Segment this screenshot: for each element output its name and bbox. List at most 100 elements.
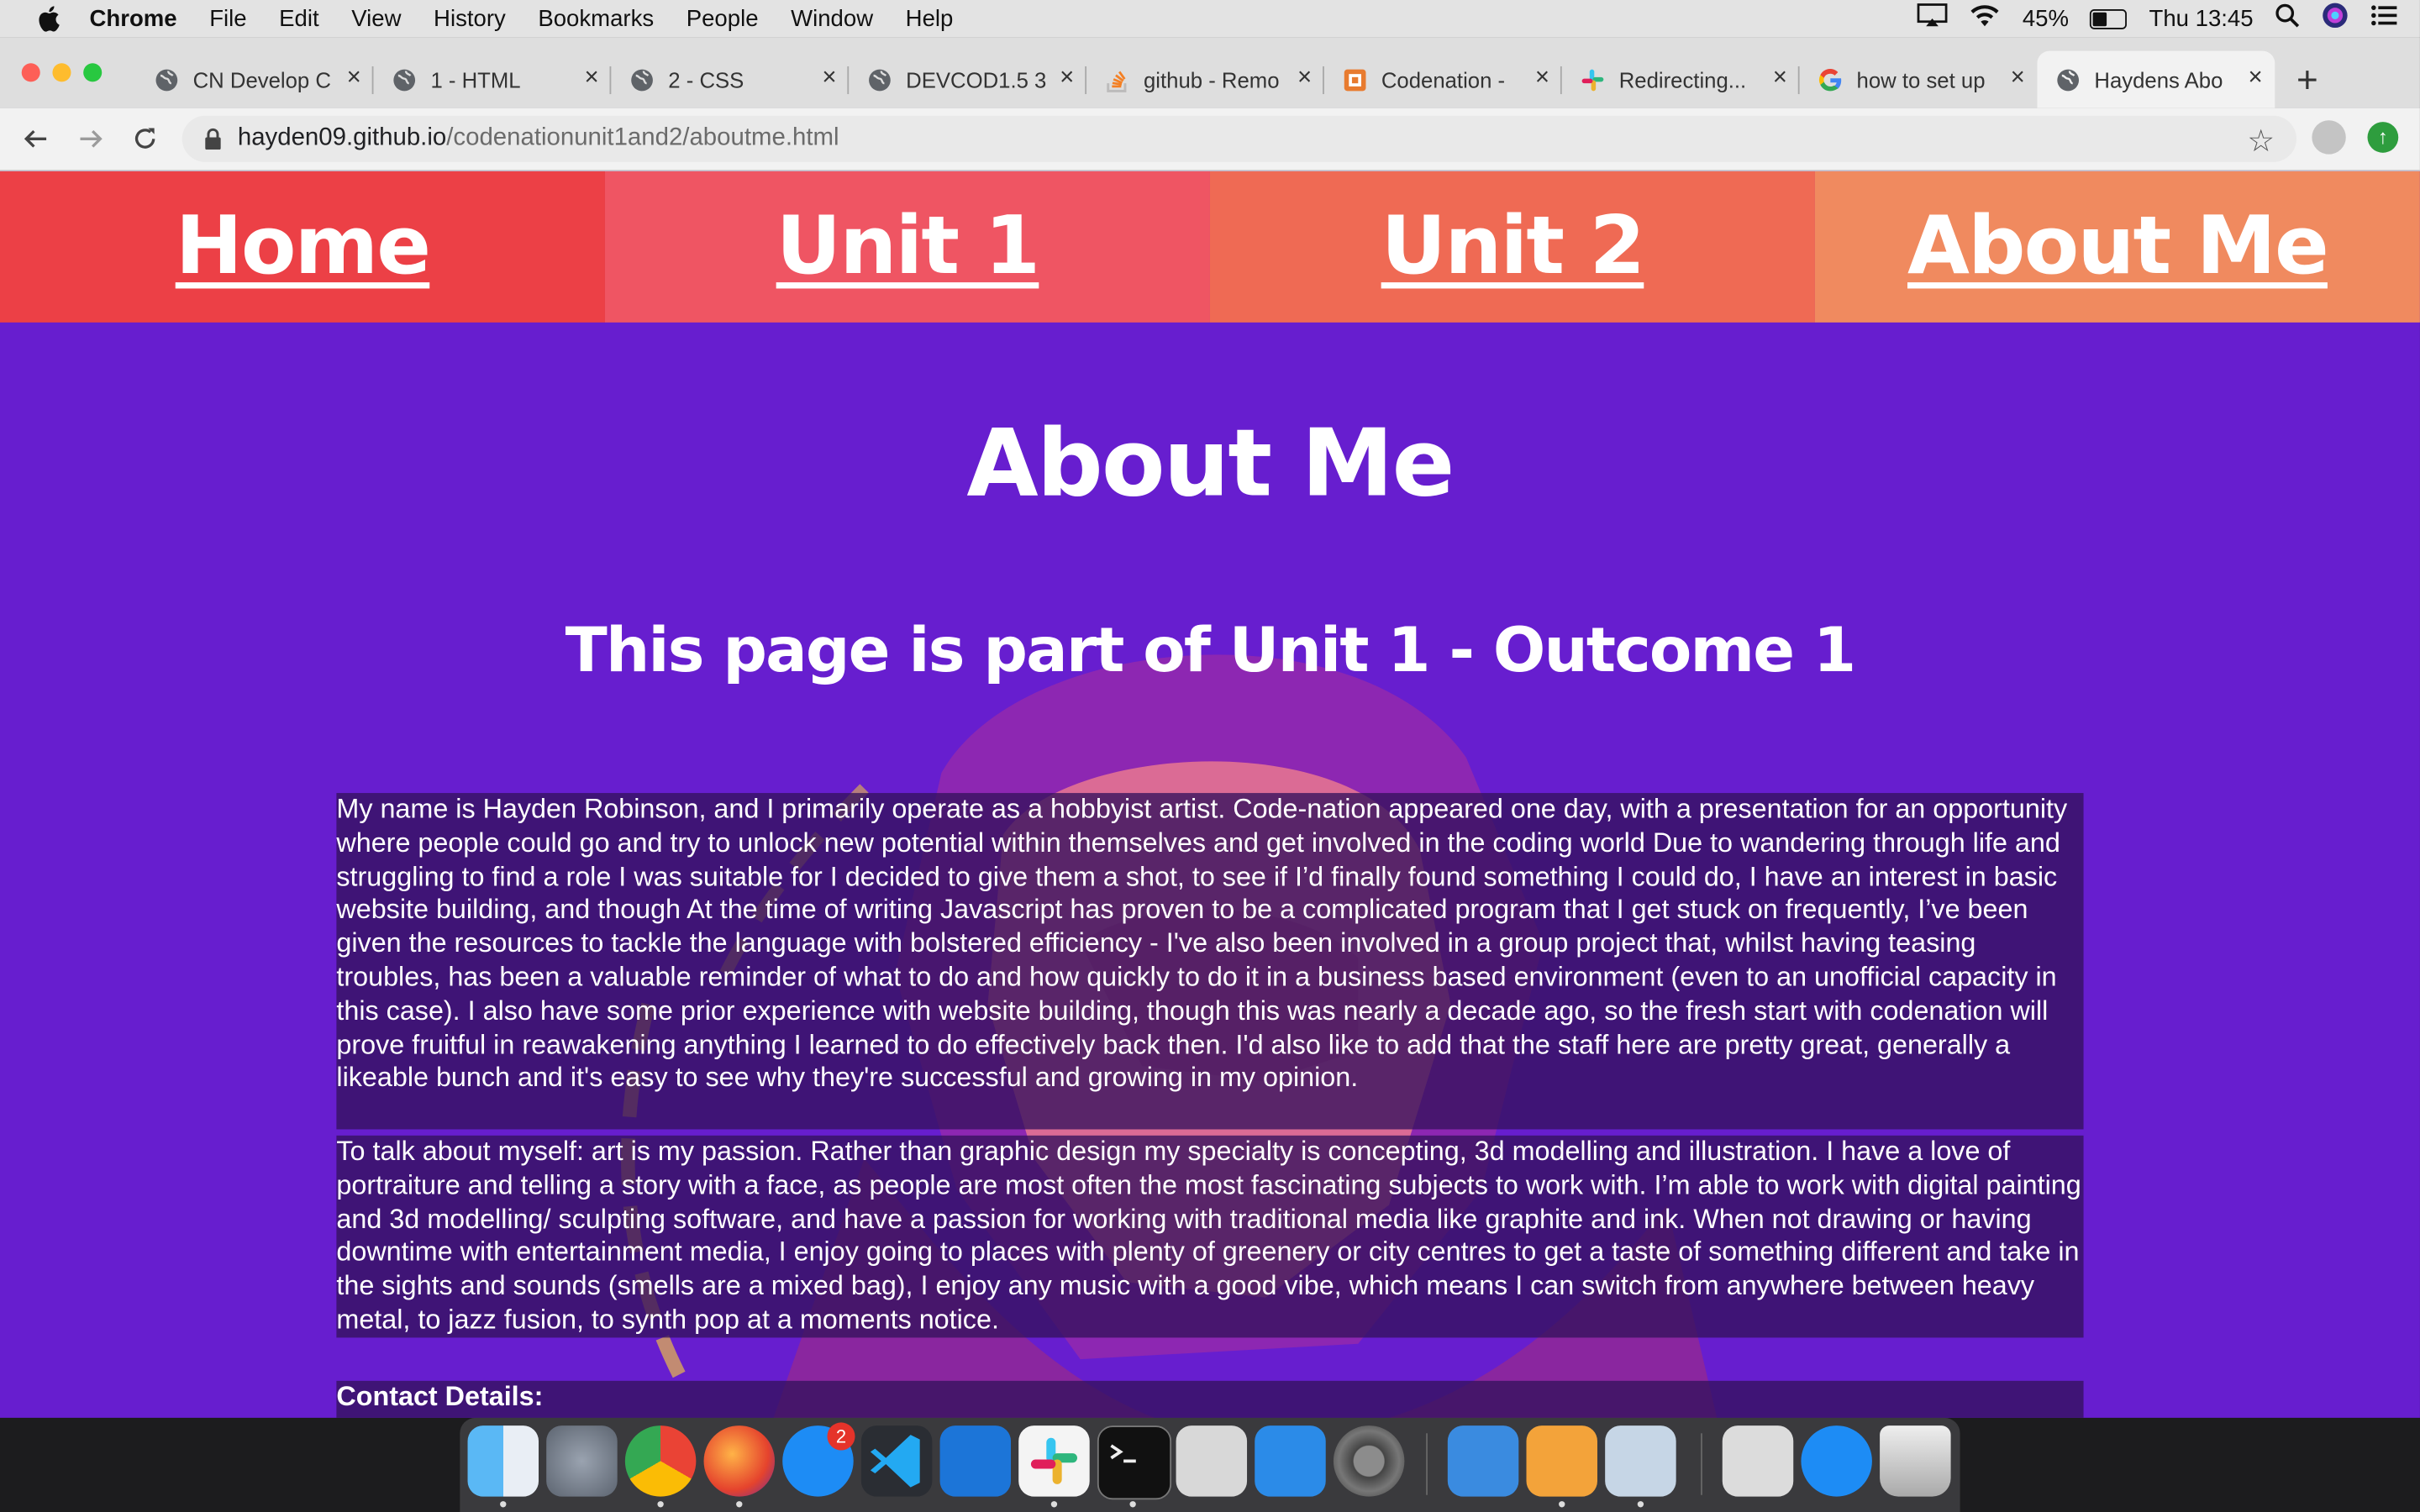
tab-title: CN Develop C — [192, 66, 331, 92]
maximize-window-button[interactable] — [83, 63, 103, 82]
close-tab-icon[interactable]: × — [1773, 66, 1787, 91]
window-controls — [21, 63, 103, 82]
menu-bookmarks[interactable]: Bookmarks — [538, 5, 654, 31]
slack-icon[interactable] — [1018, 1425, 1090, 1497]
browser-tab-strip: CN Develop C × 1 - HTML × 2 - CSS × DEVC… — [0, 37, 2420, 108]
launchpad-icon[interactable] — [546, 1425, 618, 1497]
reload-icon[interactable] — [128, 122, 161, 155]
trash-icon[interactable] — [1880, 1425, 1951, 1497]
close-tab-icon[interactable]: × — [1297, 66, 1312, 91]
app-store-badge: 2 — [827, 1422, 855, 1451]
address-bar[interactable]: hayden09.github.io/codenationunit1and2/a… — [182, 115, 2297, 162]
about-paragraph-1: My name is Hayden Robinson, and I primar… — [336, 793, 2084, 1130]
menu-view[interactable]: View — [351, 5, 401, 31]
xcode-icon[interactable] — [939, 1425, 1012, 1497]
close-tab-icon[interactable]: × — [2248, 66, 2262, 91]
close-tab-icon[interactable]: × — [347, 66, 361, 91]
finder-icon[interactable] — [467, 1425, 539, 1497]
url-text: hayden09.github.io/codenationunit1and2/a… — [238, 125, 839, 153]
globe-icon — [155, 67, 179, 92]
globe-icon — [629, 67, 654, 92]
tab-title: github - Remo — [1143, 66, 1280, 92]
menu-file[interactable]: File — [209, 5, 246, 31]
siri-icon[interactable] — [2321, 2, 2349, 35]
menu-people[interactable]: People — [687, 5, 759, 31]
notification-center-icon[interactable] — [2370, 5, 2398, 33]
menu-status-area: 45% Thu 13:45 — [1918, 0, 2398, 37]
macos-menu-bar: Chrome File Edit View History Bookmarks … — [0, 0, 2420, 38]
browser-tab[interactable]: 1 - HTML × — [373, 51, 612, 108]
browser-toolbar: hayden09.github.io/codenationunit1and2/a… — [0, 108, 2420, 171]
minimize-window-button[interactable] — [52, 63, 71, 82]
site-nav: Home Unit 1 Unit 2 About Me — [0, 171, 2420, 323]
tab-title: 1 - HTML — [430, 66, 521, 92]
simulator-icon[interactable] — [1255, 1425, 1326, 1497]
menu-history[interactable]: History — [434, 5, 506, 31]
tab-title: Haydens Abo — [2094, 66, 2223, 92]
clock[interactable]: Thu 13:45 — [2149, 5, 2253, 31]
globe-icon — [392, 67, 417, 92]
tab-list: CN Develop C × 1 - HTML × 2 - CSS × DEVC… — [136, 50, 2275, 108]
nav-link-unit-1[interactable]: Unit 1 — [604, 171, 1210, 323]
nav-link-unit-2[interactable]: Unit 2 — [1209, 171, 1815, 323]
about-paragraph-2: To talk about myself: art is my passion.… — [336, 1135, 2084, 1338]
contact-details-heading: Contact Details: — [336, 1380, 2084, 1418]
menu-edit[interactable]: Edit — [279, 5, 318, 31]
nav-link-home[interactable]: Home — [0, 171, 605, 323]
page-subtitle: This page is part of Unit 1 - Outcome 1 — [565, 615, 1856, 687]
firefox-icon[interactable] — [703, 1425, 776, 1497]
page-viewport: Home Unit 1 Unit 2 About Me About Me Thi… — [0, 171, 2420, 1418]
url-host: hayden09.github.io — [237, 124, 447, 151]
new-tab-button[interactable]: + — [2296, 62, 2318, 100]
update-arrow-icon[interactable]: ↑ — [2367, 122, 2399, 153]
close-tab-icon[interactable]: × — [1060, 66, 1074, 91]
page-title: About Me — [966, 410, 1455, 519]
browser-tab[interactable]: github - Remo × — [1086, 51, 1324, 108]
lock-icon[interactable] — [203, 128, 222, 157]
menu-app-name[interactable]: Chrome — [90, 5, 177, 31]
preview-icon[interactable] — [1605, 1425, 1676, 1497]
close-tab-icon[interactable]: × — [1535, 66, 1549, 91]
nav-link-about-me[interactable]: About Me — [1814, 171, 2420, 323]
pages-icon[interactable] — [1526, 1425, 1597, 1497]
tab-title: Codenation - — [1381, 66, 1506, 92]
forward-arrow-icon[interactable] — [74, 122, 108, 155]
tab-title: Redirecting... — [1618, 66, 1747, 92]
chrome-icon[interactable] — [624, 1425, 697, 1497]
screenshot-icon[interactable] — [1176, 1425, 1248, 1497]
close-window-button[interactable] — [21, 63, 40, 82]
url-path: /codenationunit1and2/aboutme.html — [446, 124, 839, 151]
apple-icon[interactable] — [34, 5, 61, 33]
menu-help[interactable]: Help — [906, 5, 954, 31]
system-preferences-icon[interactable] — [1333, 1425, 1405, 1497]
browser-tab[interactable]: how to set up × — [1800, 51, 2038, 108]
tab-title: 2 - CSS — [668, 66, 744, 92]
keynote-icon[interactable] — [1447, 1425, 1519, 1497]
slack-icon — [1581, 67, 1605, 92]
close-tab-icon[interactable]: × — [584, 66, 598, 91]
browser-tab[interactable]: Redirecting... × — [1562, 51, 1800, 108]
spotlight-search-icon[interactable] — [2275, 3, 2300, 34]
globe-icon — [2055, 67, 2080, 92]
browser-tab[interactable]: Codenation - × — [1324, 51, 1562, 108]
back-arrow-icon[interactable] — [18, 122, 52, 155]
bookmark-star-icon[interactable]: ☆ — [2247, 122, 2275, 160]
wifi-icon[interactable] — [1970, 4, 2001, 34]
browser-tab[interactable]: CN Develop C × — [136, 51, 374, 108]
terminal-icon[interactable] — [1097, 1425, 1172, 1500]
menu-window[interactable]: Window — [791, 5, 873, 31]
close-tab-icon[interactable]: × — [2011, 66, 2025, 91]
profile-avatar-icon[interactable] — [2312, 120, 2346, 155]
browser-tab[interactable]: DEVCOD1.5 3 × — [849, 51, 1087, 108]
browser-tab-active[interactable]: Haydens Abo × — [2037, 50, 2275, 108]
vscode-icon[interactable] — [860, 1425, 933, 1497]
battery-icon[interactable] — [2090, 8, 2128, 29]
close-tab-icon[interactable]: × — [822, 66, 836, 91]
battery-percent: 45% — [2022, 5, 2069, 32]
stackoverflow-icon — [1105, 67, 1129, 92]
browser-tab[interactable]: 2 - CSS × — [611, 51, 850, 108]
globe-icon — [867, 67, 892, 92]
app-store-folder-icon[interactable] — [1801, 1425, 1872, 1497]
music-file-icon[interactable] — [1722, 1425, 1794, 1497]
airplay-icon[interactable] — [1918, 3, 1949, 34]
